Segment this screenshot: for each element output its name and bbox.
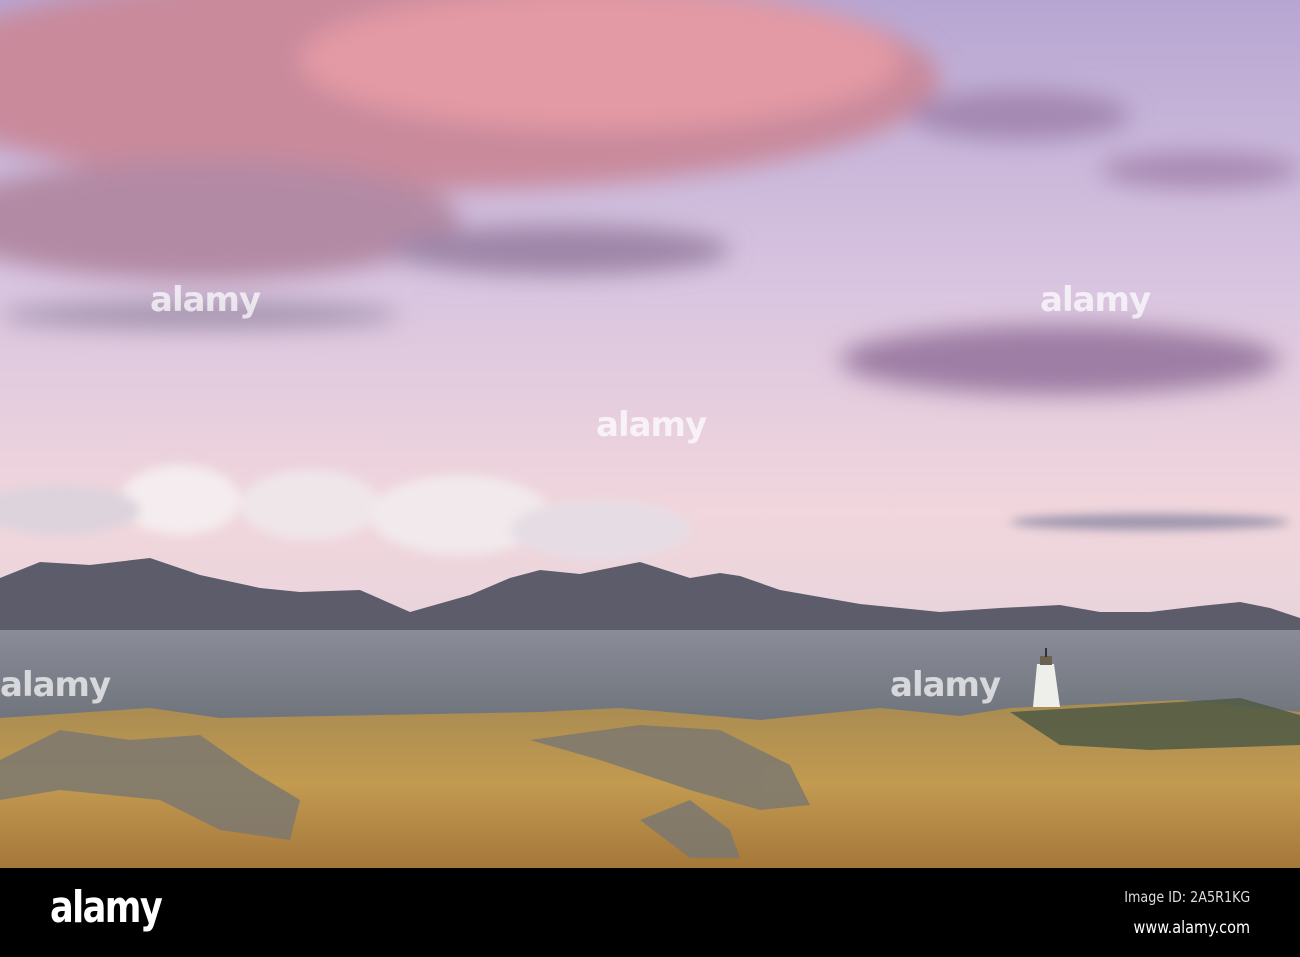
website-link[interactable]: www.alamy.com xyxy=(1134,918,1250,938)
stock-photo: alamy alamy alamy alamy alamy alamy Imag… xyxy=(0,0,1300,957)
watermark: alamy xyxy=(596,405,707,445)
footer-bar: alamy Image ID: 2A5R1KG www.alamy.com xyxy=(0,868,1300,957)
watermark: alamy xyxy=(1040,280,1151,320)
image-id: Image ID: 2A5R1KG xyxy=(1123,888,1250,906)
watermark: alamy xyxy=(150,280,261,320)
alamy-logo[interactable]: alamy xyxy=(50,882,163,933)
watermark: alamy xyxy=(0,665,111,705)
watermark: alamy xyxy=(890,665,1001,705)
